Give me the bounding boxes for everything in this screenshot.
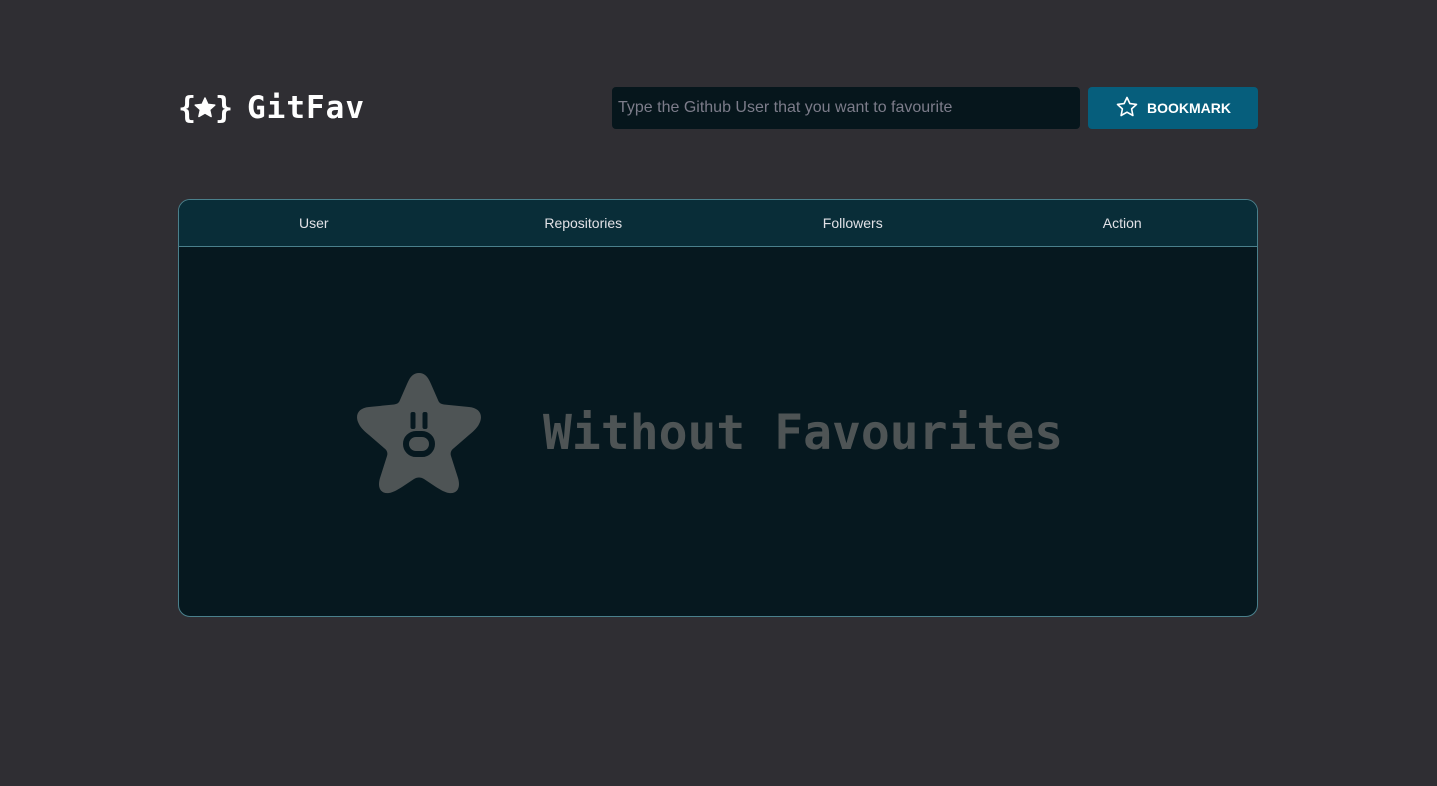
app-logo: { } GitFav <box>178 87 365 129</box>
table-header: User Repositories Followers Action <box>179 200 1257 247</box>
app-title: GitFav <box>247 90 365 126</box>
star-outline-icon <box>1115 95 1139 122</box>
column-header-repositories: Repositories <box>544 215 623 231</box>
braces-star-icon: { } <box>178 87 232 129</box>
bookmark-button-label: BOOKMARK <box>1147 100 1231 116</box>
empty-state-message: Without Favourites <box>543 405 1064 461</box>
header: { } GitFav BOOKMARK <box>178 87 1258 129</box>
empty-state: Without Favourites <box>179 247 1257 616</box>
column-header-followers: Followers <box>822 215 883 231</box>
search-input[interactable] <box>612 87 1080 129</box>
svg-text:{: { <box>178 91 196 126</box>
surprised-star-icon <box>357 373 481 494</box>
search-bar: BOOKMARK <box>612 87 1258 129</box>
svg-text:}: } <box>215 91 232 126</box>
column-header-user: User <box>298 215 329 231</box>
column-header-action: Action <box>1102 215 1142 231</box>
favourites-table: User Repositories Followers Action Witho… <box>178 199 1258 617</box>
bookmark-button[interactable]: BOOKMARK <box>1088 87 1258 129</box>
